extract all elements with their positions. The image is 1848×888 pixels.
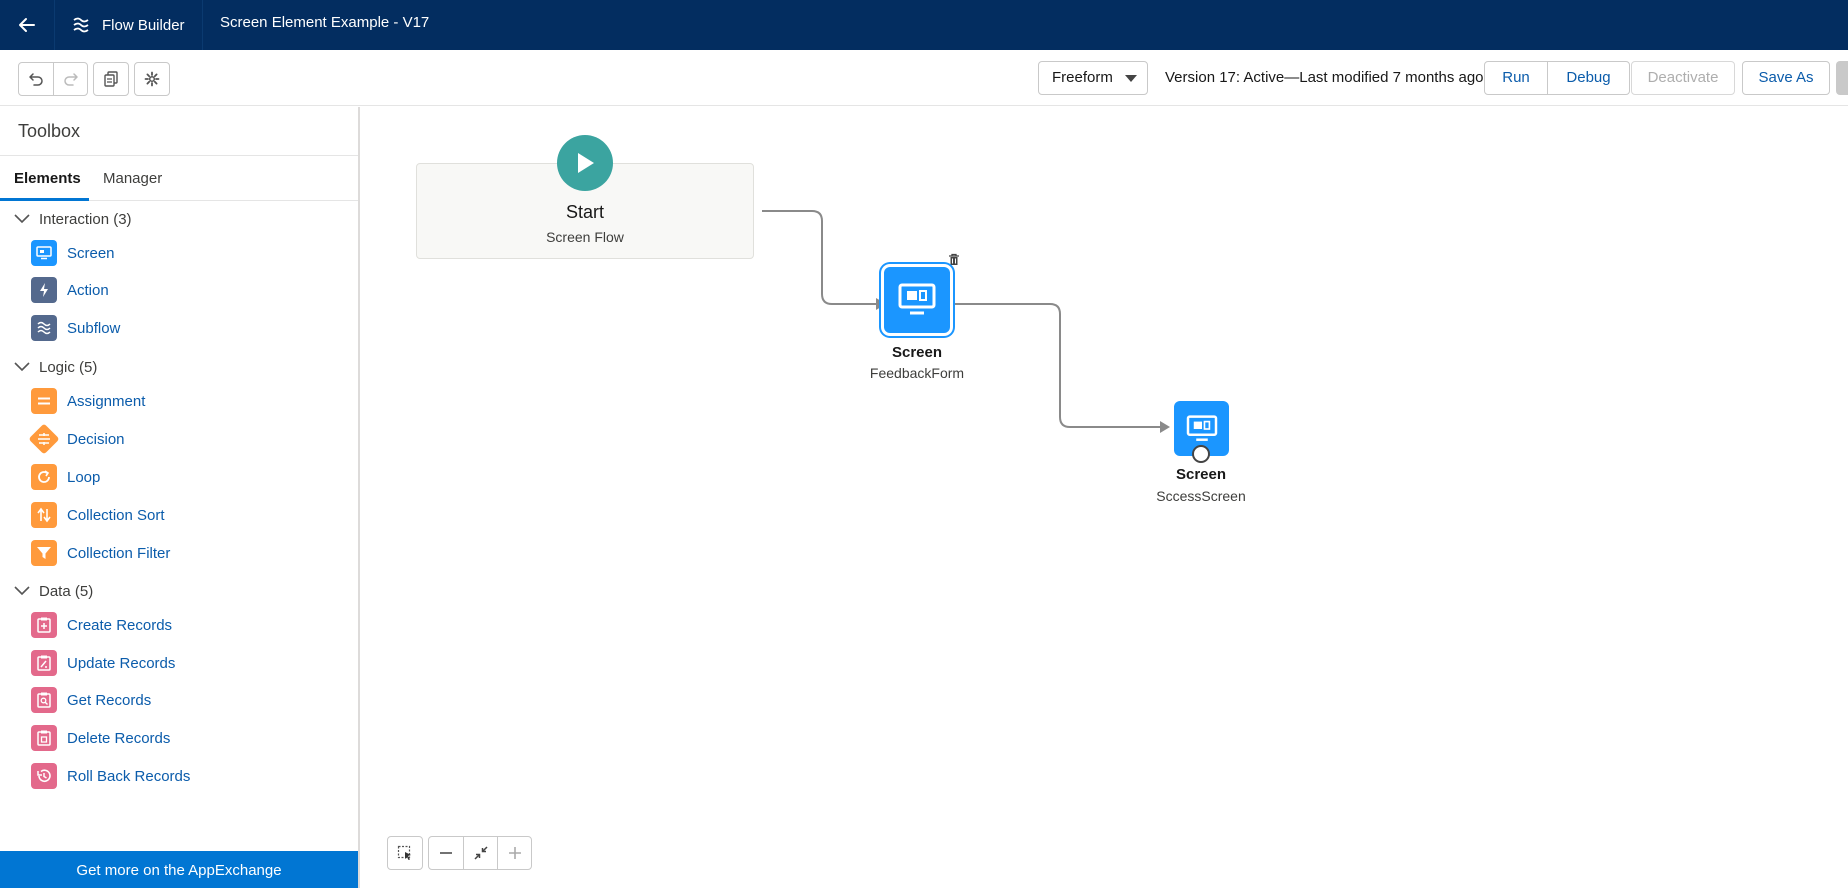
trash-icon [949,253,959,265]
screen-node-feedbackform[interactable] [884,267,950,333]
plus-icon [508,847,521,859]
start-node-type: Screen Flow [546,229,624,245]
minus-icon [440,852,452,854]
zoom-controls [428,836,532,870]
node-name-label: FeedbackForm [869,365,965,381]
delete-node-button[interactable] [948,253,960,271]
fit-view-button[interactable] [463,837,497,869]
connector-endpoint[interactable] [1192,445,1210,463]
start-node-label: Start [565,202,604,222]
connector-start-to-feedback [762,210,876,305]
node-type-label: Screen [891,344,943,361]
start-node-icon[interactable] [557,135,613,191]
play-icon [578,153,594,173]
connector-lines [762,210,1170,433]
screen-icon [1186,414,1217,441]
zoom-in-button[interactable] [497,837,531,869]
node-type-label: Screen [1175,466,1227,483]
node-name-label: SccessScreen [1156,488,1246,504]
zoom-out-button[interactable] [429,837,463,869]
arrowhead [1160,421,1170,433]
marquee-select-button[interactable] [387,836,423,870]
screen-icon [898,283,936,315]
contract-icon [473,846,488,860]
marquee-select-icon [397,845,411,860]
